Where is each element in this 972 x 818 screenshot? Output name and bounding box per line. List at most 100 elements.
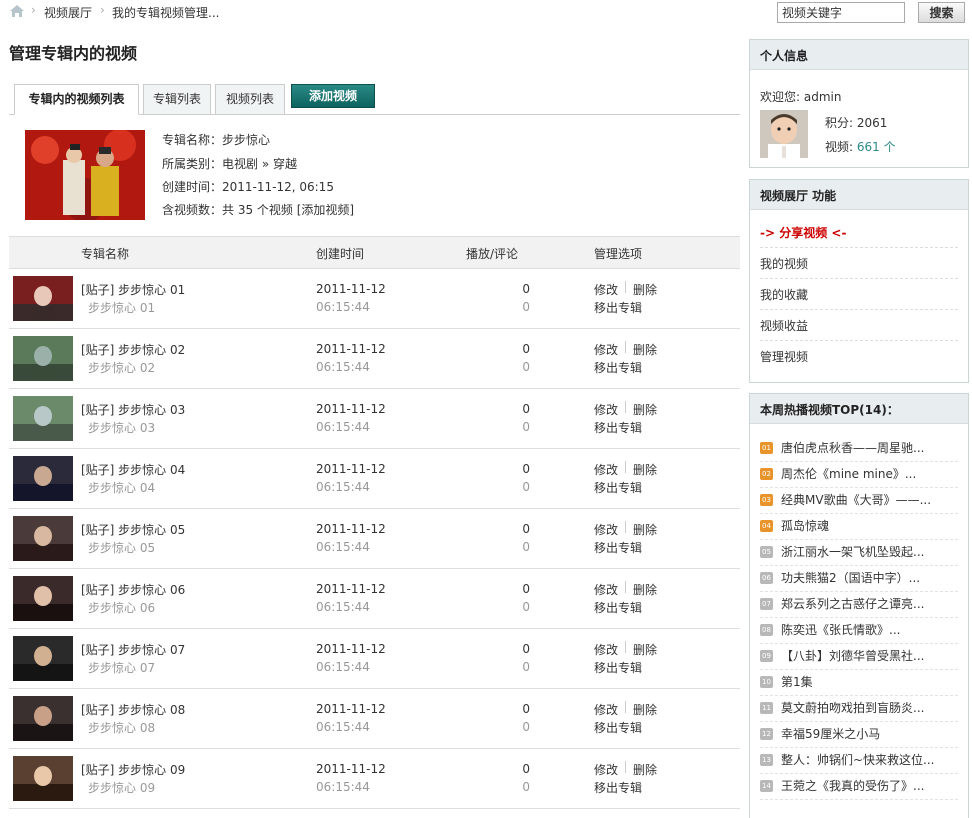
video-thumbnail[interactable] <box>13 516 73 561</box>
hot-videos-heading: 本周热播视频TOP(14)： <box>750 394 968 424</box>
video-created-time: 06:15:44 <box>316 660 370 674</box>
my-favorites-link[interactable]: 我的收藏 <box>760 286 808 303</box>
remove-from-album-link[interactable]: 移出专辑 <box>594 479 642 496</box>
video-title-link[interactable]: [贴子] 步步惊心 09 <box>81 761 185 778</box>
hot-video-item[interactable]: 13 整人：帅锅们~快来救这位... <box>760 748 960 774</box>
video-thumbnail[interactable] <box>13 636 73 681</box>
remove-from-album-link[interactable]: 移出专辑 <box>594 599 642 616</box>
video-title-link[interactable]: [贴子] 步步惊心 04 <box>81 461 185 478</box>
hot-video-item[interactable]: 14 王菀之《我真的受伤了》... <box>760 774 960 800</box>
rank-badge: 13 <box>760 754 773 766</box>
album-cover-image[interactable] <box>25 130 145 220</box>
hot-video-item[interactable]: 12 幸福59厘米之小马 <box>760 722 960 748</box>
tab-album-list[interactable]: 专辑列表 <box>143 84 211 115</box>
breadcrumb-current[interactable]: 我的专辑视频管理... <box>112 4 219 21</box>
hot-video-item[interactable]: 04 孤岛惊魂 <box>760 514 960 540</box>
hot-video-item[interactable]: 06 功夫熊猫2（国语中字）... <box>760 566 960 592</box>
home-icon[interactable] <box>9 4 25 18</box>
manage-videos-link[interactable]: 管理视频 <box>760 348 808 365</box>
remove-from-album-link[interactable]: 移出专辑 <box>594 419 642 436</box>
video-title-link[interactable]: [贴子] 步步惊心 08 <box>81 701 185 718</box>
remove-from-album-link[interactable]: 移出专辑 <box>594 779 642 796</box>
hot-video-title[interactable]: 整人：帅锅们~快来救这位... <box>781 751 935 768</box>
remove-from-album-link[interactable]: 移出专辑 <box>594 299 642 316</box>
hot-video-title[interactable]: 经典MV歌曲《大哥》——... <box>781 491 931 508</box>
delete-link[interactable]: 删除 <box>633 281 657 298</box>
delete-link[interactable]: 删除 <box>633 401 657 418</box>
video-title-link[interactable]: [贴子] 步步惊心 07 <box>81 641 185 658</box>
video-thumbnail[interactable] <box>13 336 73 381</box>
hot-video-title[interactable]: 浙江丽水一架飞机坠毁起... <box>781 543 924 560</box>
divider <box>760 309 958 310</box>
delete-link[interactable]: 删除 <box>633 461 657 478</box>
hot-video-item[interactable]: 03 经典MV歌曲《大哥》——... <box>760 488 960 514</box>
video-created-time: 06:15:44 <box>316 600 370 614</box>
video-title-link[interactable]: [贴子] 步步惊心 01 <box>81 281 185 298</box>
edit-link[interactable]: 修改 <box>594 641 618 658</box>
video-thumbnail[interactable] <box>13 396 73 441</box>
edit-link[interactable]: 修改 <box>594 341 618 358</box>
edit-link[interactable]: 修改 <box>594 521 618 538</box>
hot-video-title[interactable]: 莫文蔚拍吻戏拍到盲肠炎... <box>781 699 924 716</box>
videos-count-link[interactable]: 661 个 <box>857 140 896 154</box>
hot-video-title[interactable]: 陈奕迅《张氏情歌》... <box>781 621 900 638</box>
hot-video-title[interactable]: 唐伯虎点秋香——周星驰... <box>781 439 924 456</box>
edit-link[interactable]: 修改 <box>594 401 618 418</box>
delete-link[interactable]: 删除 <box>633 341 657 358</box>
remove-from-album-link[interactable]: 移出专辑 <box>594 719 642 736</box>
delete-link[interactable]: 删除 <box>633 761 657 778</box>
hot-video-item[interactable]: 07 郑云系列之古惑仔之谭亮... <box>760 592 960 618</box>
tab-video-list[interactable]: 视频列表 <box>215 84 285 115</box>
edit-link[interactable]: 修改 <box>594 461 618 478</box>
video-title-link[interactable]: [贴子] 步步惊心 06 <box>81 581 185 598</box>
video-row: [贴子] 步步惊心 09 步步惊心 09 2011-11-12 06:15:44 0 0 修… <box>9 749 740 809</box>
hot-video-title[interactable]: 周杰伦《mine mine》... <box>781 465 916 482</box>
hot-video-title[interactable]: 【八卦】刘德华曾受黑社... <box>781 647 924 664</box>
add-video-button[interactable]: 添加视频 <box>291 84 375 108</box>
avatar[interactable] <box>760 110 808 158</box>
search-button[interactable]: 搜索 <box>918 2 965 23</box>
remove-from-album-link[interactable]: 移出专辑 <box>594 359 642 376</box>
delete-link[interactable]: 删除 <box>633 581 657 598</box>
video-thumbnail[interactable] <box>13 456 73 501</box>
video-thumbnail[interactable] <box>13 756 73 801</box>
delete-link[interactable]: 删除 <box>633 701 657 718</box>
video-title-link[interactable]: [贴子] 步步惊心 03 <box>81 401 185 418</box>
remove-from-album-link[interactable]: 移出专辑 <box>594 539 642 556</box>
delete-link[interactable]: 删除 <box>633 521 657 538</box>
hot-video-item[interactable]: 10 第1集 <box>760 670 960 696</box>
tab-album-videos[interactable]: 专辑内的视频列表 <box>14 84 139 115</box>
hot-video-item[interactable]: 08 陈奕迅《张氏情歌》... <box>760 618 960 644</box>
hot-video-title[interactable]: 王菀之《我真的受伤了》... <box>781 777 924 794</box>
edit-link[interactable]: 修改 <box>594 581 618 598</box>
video-subtitle: 步步惊心 04 <box>88 481 156 495</box>
action-divider <box>625 401 626 413</box>
video-thumbnail[interactable] <box>13 696 73 741</box>
remove-from-album-link[interactable]: 移出专辑 <box>594 659 642 676</box>
edit-link[interactable]: 修改 <box>594 761 618 778</box>
hot-video-title[interactable]: 第1集 <box>781 673 813 690</box>
hot-video-title[interactable]: 孤岛惊魂 <box>781 517 829 534</box>
share-video-link[interactable]: -> 分享视频 <- <box>760 224 846 241</box>
hot-video-title[interactable]: 功夫熊猫2（国语中字）... <box>781 569 920 586</box>
hot-video-item[interactable]: 11 莫文蔚拍吻戏拍到盲肠炎... <box>760 696 960 722</box>
edit-link[interactable]: 修改 <box>594 281 618 298</box>
hot-video-title[interactable]: 幸福59厘米之小马 <box>781 725 880 742</box>
delete-link[interactable]: 删除 <box>633 641 657 658</box>
hot-video-item[interactable]: 01 唐伯虎点秋香——周星驰... <box>760 436 960 462</box>
hot-video-title[interactable]: 郑云系列之古惑仔之谭亮... <box>781 595 924 612</box>
my-videos-link[interactable]: 我的视频 <box>760 255 808 272</box>
search-input[interactable] <box>777 2 905 23</box>
video-title-link[interactable]: [贴子] 步步惊心 02 <box>81 341 185 358</box>
album-video-count: 含视频数：共 35 个视频 [添加视频] <box>162 201 354 218</box>
hot-video-item[interactable]: 02 周杰伦《mine mine》... <box>760 462 960 488</box>
video-thumbnail[interactable] <box>13 576 73 621</box>
breadcrumb-video-hall[interactable]: 视频展厅 <box>44 4 92 21</box>
hot-video-item[interactable]: 09 【八卦】刘德华曾受黑社... <box>760 644 960 670</box>
edit-link[interactable]: 修改 <box>594 701 618 718</box>
hot-video-item[interactable]: 05 浙江丽水一架飞机坠毁起... <box>760 540 960 566</box>
add-video-link[interactable]: [添加视频] <box>297 203 354 217</box>
video-earnings-link[interactable]: 视频收益 <box>760 317 808 334</box>
video-title-link[interactable]: [贴子] 步步惊心 05 <box>81 521 185 538</box>
video-thumbnail[interactable] <box>13 276 73 321</box>
